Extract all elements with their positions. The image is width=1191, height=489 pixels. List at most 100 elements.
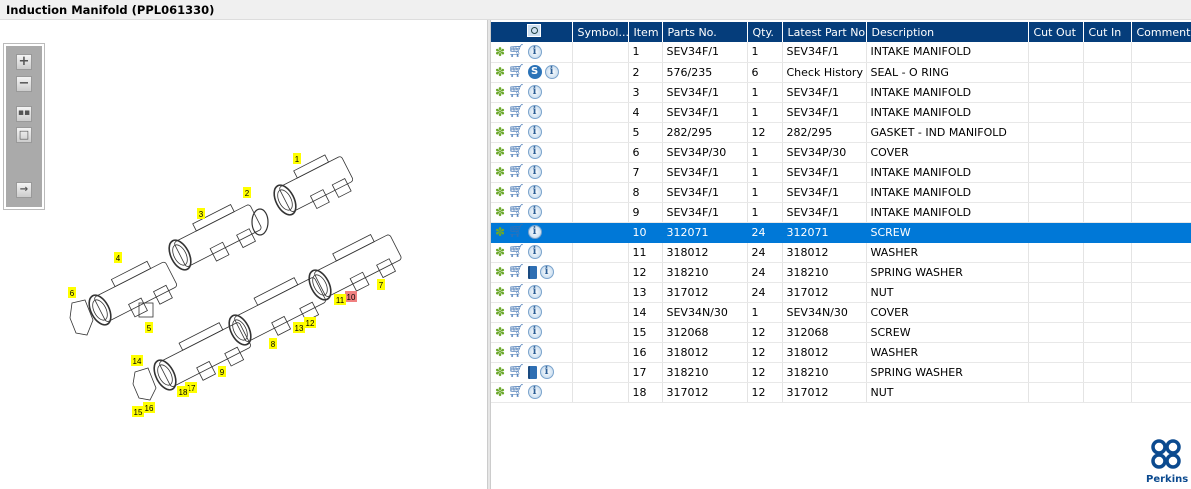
callout-15[interactable]: 15 [132,406,144,417]
cart-icon[interactable]: 🛒︎ [508,345,525,358]
column-header[interactable]: Symbol... [572,22,629,42]
gear-icon[interactable]: ✽ [495,206,505,218]
gear-icon[interactable]: ✽ [495,146,505,158]
cart-icon[interactable]: 🛒︎ [508,245,525,258]
callout-9[interactable]: 9 [218,366,226,377]
info-icon[interactable]: i [527,385,542,399]
gear-icon[interactable]: ✽ [495,46,505,58]
info-icon[interactable]: i [527,85,542,99]
manifold-3[interactable] [162,197,266,279]
table-row[interactable]: ✽ 🛒︎ i 17 318210 12 318210 SPRING WASHER [491,362,1191,383]
info-icon[interactable]: i [539,365,554,379]
export-button[interactable]: → [16,182,32,198]
gear-icon[interactable]: ✽ [495,326,505,338]
table-row[interactable]: ✽ 🛒︎ i 5 282/295 12 282/295 GASKET - IND MANIFO… [491,122,1191,143]
callout-2[interactable]: 2 [243,187,251,198]
gear-icon[interactable]: ✽ [495,266,505,278]
info-icon[interactable]: i [527,44,542,59]
callout-1[interactable]: 1 [293,153,301,164]
table-row[interactable]: ✽ 🛒︎ i 8 SEV34F/1 1 SEV34F/1 INTAKE MANIFOLD [491,182,1191,203]
callout-16[interactable]: 16 [143,402,155,413]
callout-13[interactable]: 13 [293,322,305,333]
cart-icon[interactable]: 🛒︎ [508,45,525,58]
column-header[interactable]: Latest Part No. [782,22,867,42]
gear-icon[interactable]: ✽ [495,166,505,178]
callout-14[interactable]: 14 [131,355,143,366]
table-row[interactable]: ✽ 🛒︎ i 6 SEV34P/30 1 SEV34P/30 COVER [491,142,1191,163]
info-icon[interactable]: i [527,185,542,199]
callout-7[interactable]: 7 [377,279,385,290]
gear-icon[interactable]: ✽ [495,366,505,378]
supersession-icon[interactable]: S [527,65,542,79]
cart-icon[interactable]: 🛒︎ [508,265,525,278]
gear-icon[interactable]: ✽ [495,226,505,238]
callout-18[interactable]: 18 [177,386,189,397]
info-icon[interactable]: i [527,205,542,219]
cover-14[interactable] [132,367,157,401]
gear-icon[interactable]: ✽ [495,306,505,318]
callout-8[interactable]: 8 [269,338,277,349]
info-icon[interactable]: i [527,165,542,179]
cart-icon[interactable]: 🛒︎ [508,105,525,118]
table-row[interactable]: ✽ 🛒︎ i 4 SEV34F/1 1 SEV34F/1 INTAKE MANIFOLD [491,102,1191,123]
exploded-diagram[interactable]: 123456789101112131415 161718 [0,20,487,489]
column-header[interactable]: Description [866,22,1029,42]
info-icon[interactable]: i [527,345,542,359]
info-icon[interactable]: i [527,245,542,259]
gear-icon[interactable]: ✽ [495,66,505,78]
info-icon[interactable]: i [527,285,542,299]
info-icon[interactable]: i [527,145,542,159]
info-icon[interactable]: i [527,125,542,139]
table-row[interactable]: ✽ 🛒︎ Si 2 576/235 6 Check History SEAL - O RING [491,62,1191,83]
table-row[interactable]: ✽ 🛒︎ i 10 312071 24 312071 SCREW [491,222,1191,243]
cart-icon[interactable]: 🛒︎ [508,225,525,238]
gear-icon[interactable]: ✽ [495,126,505,138]
table-row[interactable]: ✽ 🛒︎ i 18 317012 12 317012 NUT [491,382,1191,403]
column-header[interactable]: Parts No. [662,22,748,42]
cart-icon[interactable]: 🛒︎ [508,145,525,158]
callout-12[interactable]: 12 [304,317,316,328]
gear-icon[interactable]: ✽ [495,86,505,98]
gear-icon[interactable]: ✽ [495,186,505,198]
gear-icon[interactable]: ✽ [495,386,505,398]
table-row[interactable]: ✽ 🛒︎ i 14 SEV34N/30 1 SEV34N/30 COVER [491,302,1191,323]
gear-icon[interactable]: ✽ [495,106,505,118]
info-icon[interactable]: i [527,325,542,339]
cart-icon[interactable]: 🛒︎ [508,125,525,138]
table-row[interactable]: ✽ 🛒︎ i 1 SEV34F/1 1 SEV34F/1 INTAKE MANIFOLD [491,42,1191,63]
table-row[interactable]: ✽ 🛒︎ i 9 SEV34F/1 1 SEV34F/1 INTAKE MANIFOLD [491,202,1191,223]
callout-3[interactable]: 3 [197,208,205,219]
callout-11[interactable]: 11 [334,294,346,305]
table-row[interactable]: ✽ 🛒︎ i 15 312068 12 312068 SCREW [491,322,1191,343]
cart-icon[interactable]: 🛒︎ [508,205,525,218]
column-header[interactable]: Cut Out [1028,22,1084,42]
table-row[interactable]: ✽ 🛒︎ i 7 SEV34F/1 1 SEV34F/1 INTAKE MANIFOLD [491,162,1191,183]
cart-icon[interactable]: 🛒︎ [508,185,525,198]
book-icon[interactable] [527,365,537,379]
column-header[interactable]: Cut In [1083,22,1132,42]
manifold-1[interactable] [267,149,357,224]
cart-icon[interactable]: 🛒︎ [508,365,525,378]
callout-6[interactable]: 6 [68,287,76,298]
cart-icon[interactable]: 🛒︎ [508,65,525,78]
column-header-search[interactable] [491,22,573,42]
gear-icon[interactable]: ✽ [495,246,505,258]
table-row[interactable]: ✽ 🛒︎ i 16 318012 12 318012 WASHER [491,342,1191,363]
info-icon[interactable]: i [544,65,559,79]
column-header[interactable]: Item [628,22,663,42]
fit-all-button[interactable]: ▪▪ [16,106,32,122]
cart-icon[interactable]: 🛒︎ [508,165,525,178]
book-icon[interactable] [527,265,537,279]
table-row[interactable]: ✽ 🛒︎ i 11 318012 24 318012 WASHER [491,242,1191,263]
cart-icon[interactable]: 🛒︎ [508,305,525,318]
callout-5[interactable]: 5 [145,322,153,333]
reset-view-button[interactable]: □ [16,127,32,143]
info-icon[interactable]: i [527,305,542,319]
table-row[interactable]: ✽ 🛒︎ i 3 SEV34F/1 1 SEV34F/1 INTAKE MANIFOLD [491,82,1191,103]
zoom-out-button[interactable]: − [16,76,32,92]
info-icon[interactable]: i [527,105,542,119]
cart-icon[interactable]: 🛒︎ [508,85,525,98]
column-header[interactable]: Comment [1131,22,1191,42]
search-icon[interactable] [526,24,541,37]
manifold-4[interactable] [82,254,181,334]
